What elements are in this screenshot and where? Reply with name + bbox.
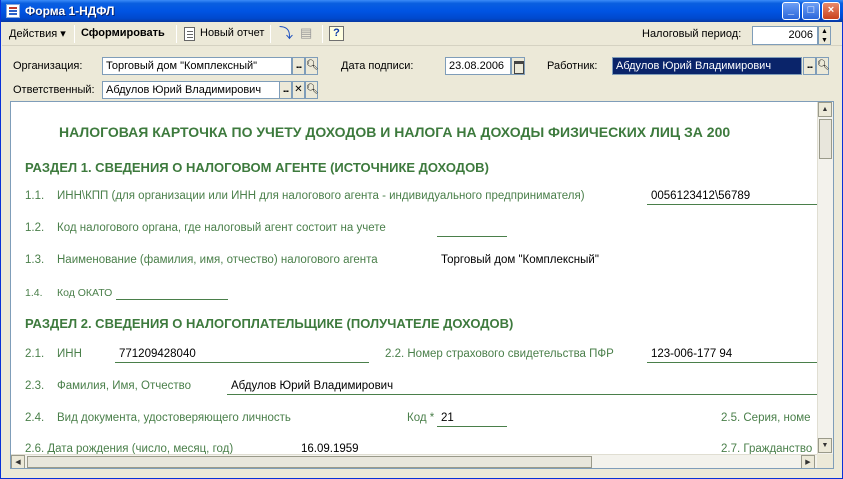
underline <box>437 426 507 427</box>
fio-value: Абдулов Юрий Владимирович <box>231 380 394 392</box>
title-bar: Форма 1-НДФЛ _ □ × <box>1 0 843 22</box>
spin-up-icon[interactable]: ▲ <box>819 27 830 36</box>
underline <box>227 394 819 395</box>
period-label: Налоговый период: <box>642 28 742 40</box>
toolbar-separator <box>74 25 75 43</box>
okato-label: Код ОКАТО <box>57 287 113 299</box>
underline <box>437 236 507 237</box>
section2-heading: РАЗДЕЛ 2. СВЕДЕНИЯ О НАЛОГОПЛАТЕЛЬЩИКЕ (… <box>25 316 514 331</box>
scroll-up-icon[interactable]: ▲ <box>818 102 832 117</box>
row-number: 2.3. <box>25 380 45 392</box>
section1-heading: РАЗДЕЛ 1. СВЕДЕНИЯ О НАЛОГОВОМ АГЕНТЕ (И… <box>25 160 489 175</box>
citizenship-label: 2.7. Гражданство <box>721 443 813 454</box>
fio-label: Фамилия, Имя, Отчество <box>57 380 192 392</box>
minimize-button[interactable]: _ <box>782 2 800 20</box>
series-label: 2.5. Серия, номе <box>721 412 811 424</box>
responsible-label: Ответственный: <box>13 84 95 96</box>
close-button[interactable]: × <box>822 2 840 20</box>
horizontal-scroll-thumb[interactable] <box>27 456 592 468</box>
employee-field[interactable]: Абдулов Юрий Владимирович <box>612 57 802 75</box>
inn-label: ИНН <box>57 348 82 360</box>
agent-name-value: Торговый дом "Комплексный" <box>441 254 599 266</box>
doc-code-value: 21 <box>441 412 454 424</box>
toolbar-separator <box>270 25 271 43</box>
period-input[interactable]: 2006 <box>752 26 818 45</box>
go-to-icon[interactable]: ⤵ <box>279 26 295 42</box>
scrollbar-corner <box>817 454 833 468</box>
responsible-field[interactable]: Абдулов Юрий Владимирович <box>102 81 292 99</box>
responsible-select-button[interactable]: ... <box>279 81 292 99</box>
row-number: 1.4. <box>25 287 43 299</box>
actions-menu[interactable]: Действия ▾ <box>9 27 66 40</box>
inn-kpp-label: ИНН\КПП (для организации или ИНН для нал… <box>57 190 585 202</box>
toolbar-separator <box>176 25 177 43</box>
inn-kpp-value: 0056123412\56789 <box>651 190 751 202</box>
underline <box>115 362 369 363</box>
row-number: 2.1. <box>25 348 45 360</box>
tax-office-label: Код налогового органа, где налоговый аге… <box>57 222 386 234</box>
vertical-scroll-thumb[interactable] <box>819 119 832 159</box>
org-select-button[interactable]: ... <box>292 57 305 75</box>
report-area: НАЛОГОВАЯ КАРТОЧКА ПО УЧЕТУ ДОХОДОВ И НА… <box>10 101 834 469</box>
new-report-icon[interactable] <box>184 27 195 41</box>
report-title: НАЛОГОВАЯ КАРТОЧКА ПО УЧЕТУ ДОХОДОВ И НА… <box>59 124 731 140</box>
new-report-button[interactable]: Новый отчет <box>200 27 264 39</box>
row-number: 1.2. <box>25 222 45 234</box>
birth-date-label: 2.6. Дата рождения (число, месяц, год) <box>25 443 234 454</box>
form-icon <box>6 4 20 18</box>
calendar-icon[interactable] <box>511 57 525 75</box>
underline <box>116 299 228 300</box>
scroll-right-icon[interactable]: ▶ <box>801 455 815 468</box>
window-title: Форма 1-НДФЛ <box>25 4 115 18</box>
row-number: 1.3. <box>25 254 45 266</box>
inn-value: 771209428040 <box>119 348 196 360</box>
underline <box>647 204 819 205</box>
responsible-search-icon[interactable]: 🔍︎ <box>305 81 319 99</box>
employee-select-button[interactable]: ... <box>803 57 816 75</box>
org-label: Организация: <box>13 60 83 72</box>
doc-code-label: Код * <box>407 412 435 424</box>
settings-icon[interactable]: ▤ <box>300 26 316 42</box>
report-content: НАЛОГОВАЯ КАРТОЧКА ПО УЧЕТУ ДОХОДОВ И НА… <box>11 102 819 454</box>
spin-down-icon[interactable]: ▼ <box>819 36 830 45</box>
scroll-down-icon[interactable]: ▼ <box>818 438 832 453</box>
vertical-scrollbar[interactable]: ▲ ▼ <box>817 102 833 454</box>
horizontal-scrollbar[interactable]: ◀ ▶ <box>11 454 817 468</box>
org-search-icon[interactable]: 🔍︎ <box>305 57 319 75</box>
employee-search-icon[interactable]: 🔍︎ <box>816 57 830 75</box>
agent-name-label: Наименование (фамилия, имя, отчество) на… <box>57 254 378 266</box>
chevron-down-icon: ▾ <box>60 28 66 40</box>
employee-label: Работник: <box>547 60 598 72</box>
pfr-label: 2.2. Номер страхового свидетельства ПФР <box>385 348 614 360</box>
org-field[interactable]: Торговый дом "Комплексный" <box>102 57 292 75</box>
period-spinner[interactable]: ▲ ▼ <box>818 26 831 45</box>
row-number: 2.4. <box>25 412 45 424</box>
doc-type-label: Вид документа, удостоверяющего личность <box>57 412 291 424</box>
date-field[interactable]: 23.08.2006 <box>445 57 511 75</box>
toolbar-separator <box>322 25 323 43</box>
help-icon[interactable]: ? <box>329 26 344 41</box>
clear-icon[interactable]: ✕ <box>292 81 305 99</box>
birth-date-value: 16.09.1959 <box>301 443 359 454</box>
date-label: Дата подписи: <box>341 60 414 72</box>
scroll-left-icon[interactable]: ◀ <box>11 455 25 468</box>
maximize-button[interactable]: □ <box>802 2 820 20</box>
row-number: 1.1. <box>25 190 45 202</box>
pfr-value: 123-006-177 94 <box>651 348 733 360</box>
generate-button[interactable]: Сформировать <box>81 27 165 39</box>
form-window: Форма 1-НДФЛ _ □ × Действия ▾ Сформирова… <box>0 0 843 479</box>
underline <box>647 362 819 363</box>
